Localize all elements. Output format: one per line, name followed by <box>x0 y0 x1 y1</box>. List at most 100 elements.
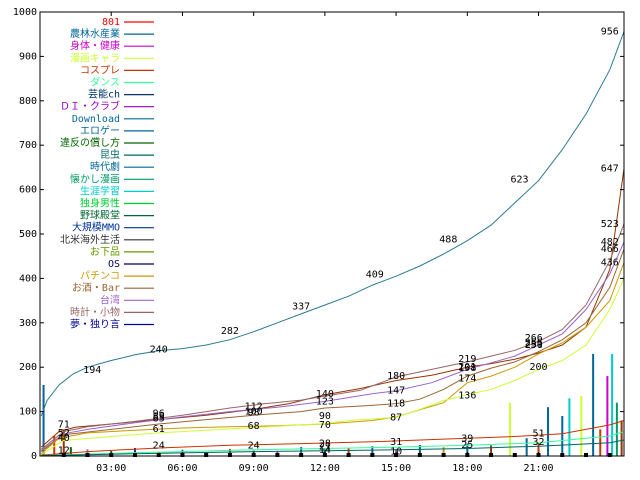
bar <box>615 402 618 456</box>
bar <box>611 353 614 456</box>
bar <box>509 402 512 456</box>
data-label: 250 <box>525 340 543 351</box>
data-label: 85 <box>153 413 165 424</box>
data-label: 647 <box>601 164 619 175</box>
x-tick-label: 03:00 <box>96 463 126 474</box>
bar <box>580 396 583 456</box>
legend-label: 違反の償し方 <box>60 136 120 149</box>
y-tick-label: 500 <box>19 229 37 240</box>
legend-label: 身体・健康 <box>70 39 120 52</box>
x-tick-label: 09:00 <box>239 463 269 474</box>
baseline-mark <box>465 453 470 457</box>
baseline-mark <box>322 453 327 457</box>
baseline-mark <box>227 453 232 457</box>
data-label: 24 <box>153 440 165 451</box>
data-label: 123 <box>316 396 334 407</box>
baseline-mark <box>204 453 209 457</box>
data-label: 200 <box>530 362 548 373</box>
baseline-mark <box>489 453 494 457</box>
legend-label: エロゲー <box>80 125 120 137</box>
data-label: 282 <box>221 326 239 337</box>
baseline-mark <box>607 453 612 457</box>
legend-label: 北米海外生活 <box>60 233 120 246</box>
data-label: 194 <box>83 365 101 376</box>
line-chart: 1942402823374094886239566479611214018021… <box>0 0 640 480</box>
x-tick-label: 18:00 <box>452 463 482 474</box>
data-label: 198 <box>458 363 476 374</box>
data-label: 523 <box>601 219 619 230</box>
y-tick-label: 0 <box>31 451 37 462</box>
legend-label: パチンコ <box>80 270 120 282</box>
bar <box>561 416 564 456</box>
data-label: 409 <box>366 269 384 280</box>
baseline-mark <box>441 453 446 457</box>
data-label: 623 <box>511 174 529 185</box>
legend-label: 801 <box>102 17 120 28</box>
legend-label: 芸能ch <box>88 88 120 101</box>
legend-label: 野球殿堂 <box>80 209 120 222</box>
baseline-mark <box>85 453 90 457</box>
data-label: 70 <box>319 420 331 431</box>
baseline-mark <box>61 453 66 457</box>
y-tick-label: 800 <box>19 96 37 107</box>
y-tick-label: 100 <box>19 407 37 418</box>
data-label: 466 <box>601 244 619 255</box>
bar <box>568 398 571 456</box>
legend-label: 生涯学習 <box>80 184 120 197</box>
y-tick-label: 200 <box>19 362 37 373</box>
legend-label: OS <box>108 259 120 270</box>
data-label: 436 <box>601 257 619 268</box>
data-label: 240 <box>150 344 168 355</box>
bar <box>606 376 609 456</box>
legend-label: コスプレ <box>80 64 120 76</box>
data-label: 337 <box>292 301 310 312</box>
bar <box>592 353 595 456</box>
legend-label: 農林水産業 <box>70 27 120 40</box>
y-tick-label: 400 <box>19 273 37 284</box>
baseline-mark <box>394 453 399 457</box>
data-label: 174 <box>458 374 476 385</box>
y-tick-label: 700 <box>19 140 37 151</box>
y-tick-label: 300 <box>19 318 37 329</box>
legend-label: 大規模MMO <box>72 221 120 234</box>
y-tick-label: 1000 <box>13 7 37 18</box>
legend-label: ＤＩ・クラブ <box>60 100 120 113</box>
baseline-mark <box>417 453 422 457</box>
x-tick-label: 15:00 <box>381 463 411 474</box>
data-label: 118 <box>387 399 405 410</box>
baseline-mark <box>275 453 280 457</box>
legend-label: ダンス <box>90 76 120 89</box>
baseline-mark <box>299 453 304 457</box>
legend-label: 懐かし漫画 <box>70 172 120 185</box>
data-label: 180 <box>387 371 405 382</box>
x-tick-label: 12:00 <box>310 463 340 474</box>
baseline-mark <box>180 453 185 457</box>
data-label: 136 <box>458 391 476 402</box>
data-label: 488 <box>439 234 457 245</box>
legend-label: 昆虫 <box>100 149 120 161</box>
data-label: 68 <box>248 421 260 432</box>
baseline-mark <box>512 453 517 457</box>
data-label: 24 <box>248 440 260 451</box>
data-label: 87 <box>390 412 402 423</box>
baseline-mark <box>560 453 565 457</box>
baseline-mark <box>132 453 137 457</box>
data-label: 147 <box>387 386 405 397</box>
data-label: 25 <box>461 440 473 451</box>
baseline-mark <box>370 453 375 457</box>
baseline-mark <box>156 453 161 457</box>
data-label: 40 <box>58 433 70 444</box>
data-label: 956 <box>601 27 619 38</box>
legend-label: 時計・小物 <box>70 305 120 318</box>
y-tick-label: 900 <box>19 51 37 62</box>
bar <box>620 420 623 456</box>
baseline-mark <box>346 453 351 457</box>
legend-label: 時代劇 <box>90 160 120 173</box>
x-tick-label: 06:00 <box>167 463 197 474</box>
data-label: 61 <box>153 424 165 435</box>
x-tick-label: 21:00 <box>523 463 553 474</box>
bar <box>525 438 528 456</box>
legend-label: お酒・Bar <box>72 282 120 294</box>
baseline-mark <box>251 453 256 457</box>
legend-label: お下品 <box>90 246 120 258</box>
